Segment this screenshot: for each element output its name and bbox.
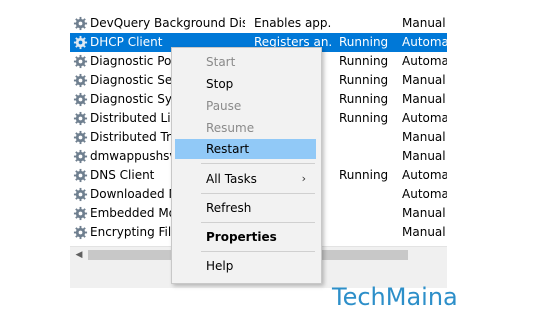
service-status: Running bbox=[339, 111, 389, 125]
service-startup-type: Automatic bbox=[402, 35, 447, 49]
service-status: Running bbox=[339, 54, 389, 68]
gear-icon bbox=[73, 92, 88, 107]
service-startup-type: Manual (... bbox=[402, 225, 447, 239]
service-startup-type: Manual (... bbox=[402, 16, 447, 30]
menu-separator bbox=[201, 222, 315, 223]
gear-icon bbox=[73, 111, 88, 126]
gear-icon bbox=[73, 168, 88, 183]
gear-icon bbox=[73, 16, 88, 31]
menu-item-stop[interactable]: Stop bbox=[175, 74, 316, 94]
service-context-menu: Start Stop Pause Resume Restart All Task… bbox=[171, 47, 322, 284]
service-startup-type: Manual (... bbox=[402, 149, 447, 163]
menu-item-all-tasks[interactable]: All Tasks › bbox=[175, 169, 316, 189]
menu-item-refresh[interactable]: Refresh bbox=[175, 198, 316, 218]
menu-separator bbox=[201, 193, 315, 194]
service-startup-type: Manual bbox=[402, 130, 446, 144]
menu-item-properties[interactable]: Properties bbox=[175, 227, 316, 247]
service-startup-type: Manual bbox=[402, 73, 446, 87]
gear-icon bbox=[73, 206, 88, 221]
submenu-arrow-icon: › bbox=[301, 172, 306, 185]
menu-separator bbox=[201, 163, 315, 164]
gear-icon bbox=[73, 54, 88, 69]
service-startup-type: Automatic bbox=[402, 111, 447, 125]
menu-item-start[interactable]: Start bbox=[175, 52, 316, 72]
service-row[interactable]: DevQuery Background Disc... Enables app..… bbox=[70, 14, 447, 33]
service-status: Running bbox=[339, 35, 389, 49]
service-description: Enables app... bbox=[254, 16, 332, 30]
gear-icon bbox=[73, 73, 88, 88]
gear-icon bbox=[73, 187, 88, 202]
menu-item-help[interactable]: Help bbox=[175, 256, 316, 276]
menu-item-restart[interactable]: Restart bbox=[175, 139, 316, 159]
gear-icon bbox=[73, 35, 88, 50]
service-startup-type: Manual bbox=[402, 92, 446, 106]
service-startup-type: Automatic bbox=[402, 187, 447, 201]
menu-item-pause[interactable]: Pause bbox=[175, 96, 316, 116]
gear-icon bbox=[73, 225, 88, 240]
service-status: Running bbox=[339, 73, 389, 87]
scroll-left-icon[interactable]: ◀ bbox=[73, 249, 85, 261]
watermark-logo: TechMaina bbox=[332, 283, 458, 311]
gear-icon bbox=[73, 149, 88, 164]
service-startup-type: Manual (... bbox=[402, 206, 447, 220]
service-startup-type: Automatic bbox=[402, 54, 447, 68]
service-startup-type: Automatic bbox=[402, 168, 447, 182]
service-status: Running bbox=[339, 168, 389, 182]
service-status: Running bbox=[339, 92, 389, 106]
gear-icon bbox=[73, 130, 88, 145]
service-name: DevQuery Background Disc... bbox=[90, 16, 245, 30]
menu-item-resume[interactable]: Resume bbox=[175, 118, 316, 138]
menu-separator bbox=[201, 251, 315, 252]
